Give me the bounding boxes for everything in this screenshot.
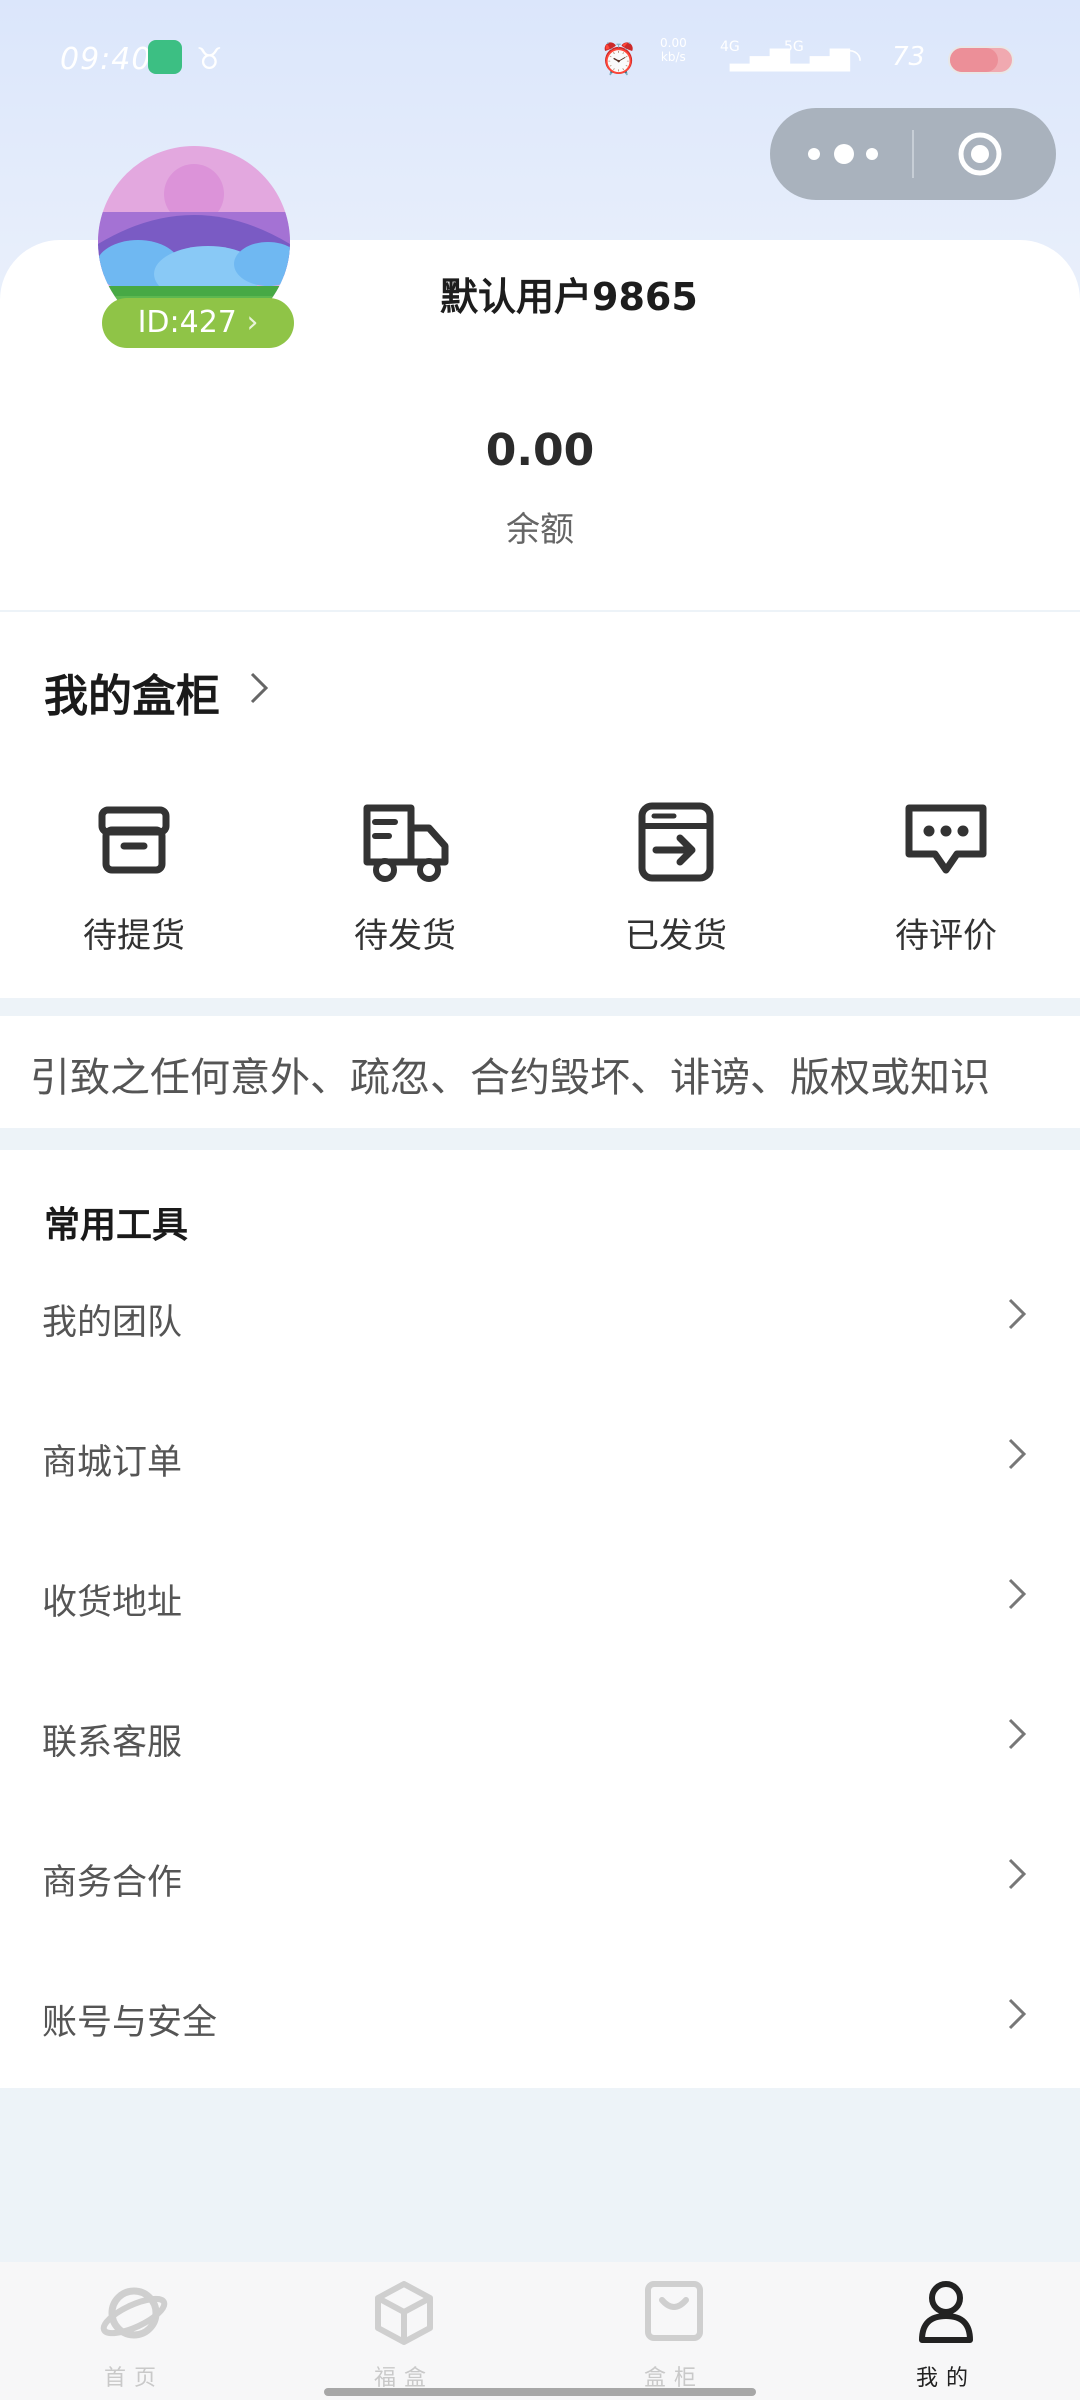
network-speed: 0.00 kb/s	[660, 36, 687, 64]
status-bar: 09:40 ♉ ⏰ 0.00 kb/s 4G ▂▄▆ 5G ▂▄▆ ◠ 73	[0, 36, 1080, 86]
tab-lucky-box[interactable]: 福盒	[324, 2278, 484, 2391]
signal-4g-icon: ▂▄▆	[730, 42, 790, 72]
cat-icon: ♉	[196, 42, 223, 77]
tab-box-cabinet[interactable]: 盒柜	[594, 2278, 754, 2391]
tool-item-label: 收货地址	[42, 1583, 183, 1623]
battery-percent: 73	[892, 42, 926, 72]
notice-text: 引致之任何意外、疏忽、合约毁坏、诽谤、版权或知识	[30, 1055, 990, 1101]
alarm-icon: ⏰	[600, 42, 638, 77]
tool-item-mall-orders[interactable]: 商城订单	[0, 1390, 1080, 1530]
tool-item-label: 联系客服	[42, 1723, 183, 1763]
chevron-right-icon	[1008, 1998, 1027, 2030]
action-label: 已发货	[625, 916, 727, 956]
mini-program-capsule	[770, 108, 1056, 200]
home-indicator[interactable]	[324, 2388, 756, 2396]
wifi-icon: ◠	[838, 42, 863, 75]
status-time: 09:40	[60, 42, 152, 77]
tab-label: 首页	[103, 2366, 164, 2391]
tab-home[interactable]: 首页	[54, 2278, 214, 2391]
user-id-badge[interactable]: ID:427 ›	[102, 298, 294, 348]
tool-item-label: 商城订单	[42, 1443, 183, 1483]
tool-item-label: 我的团队	[42, 1303, 183, 1343]
tab-mine[interactable]: 我的	[866, 2278, 1026, 2391]
tool-item-label: 商务合作	[42, 1863, 183, 1903]
chevron-right-icon	[1008, 1578, 1027, 1610]
target-icon[interactable]	[958, 132, 1002, 176]
chevron-right-icon	[1008, 1858, 1027, 1890]
tool-item-my-team[interactable]: 我的团队	[0, 1250, 1080, 1390]
chevron-right-icon: ›	[246, 305, 259, 340]
tools-title: 常用工具	[44, 1205, 189, 1246]
action-label: 待提货	[83, 916, 185, 956]
tool-item-account-security[interactable]: 账号与安全	[0, 1950, 1080, 2090]
app-home-icon	[148, 40, 182, 74]
comment-icon	[905, 804, 987, 874]
action-label: 待评价	[895, 916, 997, 956]
chevron-right-icon	[1008, 1438, 1027, 1470]
more-dots-icon[interactable]	[808, 138, 878, 170]
person-icon	[919, 2281, 973, 2343]
balance-value[interactable]: 0.00	[0, 425, 1080, 476]
network-speed-value: 0.00	[660, 36, 687, 50]
tool-item-shipping-address[interactable]: 收货地址	[0, 1530, 1080, 1670]
shipped-box-icon	[638, 802, 714, 882]
balance-label: 余额	[506, 510, 574, 550]
planet-icon	[100, 2287, 168, 2339]
action-label: 待发货	[354, 916, 456, 956]
chevron-right-icon[interactable]	[246, 666, 272, 710]
network-speed-unit: kb/s	[660, 50, 686, 64]
username: 默认用户9865	[440, 275, 698, 319]
capsule-divider	[912, 130, 914, 178]
my-box-title[interactable]: 我的盒柜	[44, 660, 220, 724]
tool-item-label: 账号与安全	[42, 2003, 218, 2043]
tool-item-customer-service[interactable]: 联系客服	[0, 1670, 1080, 1810]
tab-label: 我的	[915, 2366, 976, 2391]
bag-icon	[645, 2281, 703, 2341]
cube-icon	[375, 2281, 433, 2345]
truck-icon	[363, 804, 449, 882]
battery-level	[950, 48, 998, 72]
chevron-right-icon	[1008, 1718, 1027, 1750]
tool-item-business-cooperation[interactable]: 商务合作	[0, 1810, 1080, 1950]
chevron-right-icon	[1008, 1298, 1027, 1330]
box-icon	[98, 806, 170, 874]
user-id-text: ID:427	[137, 305, 237, 340]
